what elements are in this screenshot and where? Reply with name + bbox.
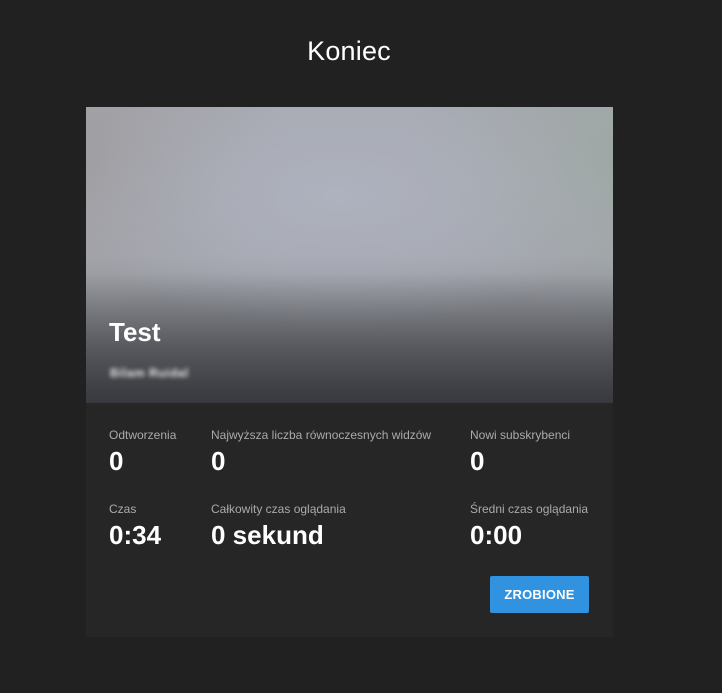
stat-label: Średni czas oglądania [470,502,589,516]
stat-value: 0 [109,446,124,476]
stat-value: 0:34 [109,520,162,550]
stat-label: Czas [109,502,137,516]
video-title: Test [109,317,161,347]
stat-value: 0:00 [470,520,523,550]
stat-new-subscribers: Nowi subskrybenci 0 [470,428,570,477]
stat-total-watch-time: Całkowity czas oglądania 0 sekund [211,502,346,551]
stat-value: 0 sekund [211,520,324,550]
video-thumbnail: Test Bilam Ruidal [86,107,613,403]
stat-value: 0 [211,446,226,476]
stat-label: Nowi subskrybenci [470,428,571,442]
stat-playbacks: Odtworzenia 0 [109,428,176,477]
stat-value: 0 [470,446,485,476]
page-title: Koniec [307,36,391,66]
stat-label: Całkowity czas oglądania [211,502,346,516]
thumbnail-shade [86,273,613,403]
stat-peak-concurrent-viewers: Najwyższa liczba równoczesnych widzów 0 [211,428,431,477]
stream-ended-page: Koniec Test Bilam Ruidal Odtworzenia 0 N… [0,0,722,693]
channel-name: Bilam Ruidal [110,366,189,380]
stats-panel: Odtworzenia 0 Najwyższa liczba równoczes… [86,403,613,637]
stream-summary-card: Test Bilam Ruidal Odtworzenia 0 Najwyższ… [86,107,613,637]
stat-average-watch-time: Średni czas oglądania 0:00 [470,502,588,551]
stat-duration: Czas 0:34 [109,502,161,551]
done-button[interactable]: ZROBIONE [490,576,589,613]
stat-label: Najwyższa liczba równoczesnych widzów [211,428,432,442]
stat-label: Odtworzenia [109,428,177,442]
